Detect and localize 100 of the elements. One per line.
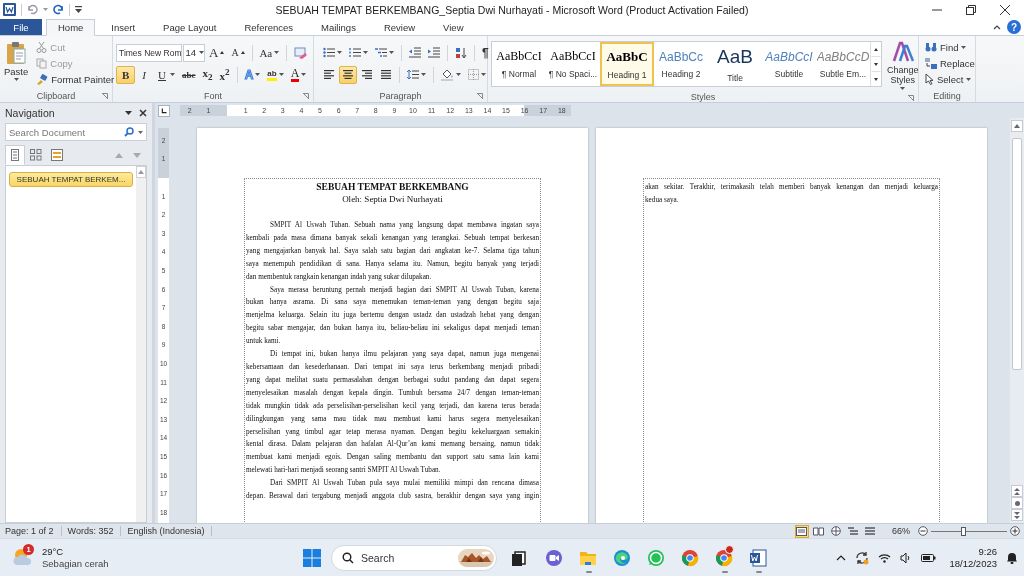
- double-down-icon: [1014, 511, 1020, 519]
- ribbon-tab[interactable]: Mailings: [309, 19, 368, 35]
- undo-icon[interactable]: [27, 4, 38, 15]
- group-label: Paragraph: [379, 90, 422, 101]
- dialog-launcher-icon[interactable]: [303, 93, 309, 99]
- italic-button[interactable]: I: [136, 65, 152, 84]
- zoom-in-icon[interactable]: [1010, 526, 1020, 536]
- ribbon-tab[interactable]: Page Layout: [151, 19, 229, 35]
- grow-font-button[interactable]: A: [206, 43, 228, 62]
- style-option[interactable]: AaBbCc Heading 2: [654, 42, 708, 86]
- document-app-icon: [748, 547, 768, 568]
- chevron-up-icon[interactable]: [836, 554, 847, 561]
- sync-icon[interactable]: [855, 550, 870, 565]
- battery-icon[interactable]: [921, 553, 937, 562]
- view-button[interactable]: [829, 524, 843, 538]
- scissors-icon: [36, 42, 48, 53]
- headings-view-icon: [11, 149, 19, 161]
- customize-menu-icon[interactable]: [75, 6, 82, 13]
- ribbon-tab[interactable]: View: [431, 19, 476, 35]
- pane-title: Navigation: [5, 106, 55, 119]
- bold-button[interactable]: B: [116, 65, 136, 84]
- view-tab[interactable]: [5, 145, 25, 165]
- chat-bubble-icon: [646, 547, 666, 568]
- help-button[interactable]: ?: [1007, 20, 1021, 34]
- caret-icon: [421, 73, 426, 76]
- style-option[interactable]: AaBbC Heading 1: [600, 42, 654, 86]
- wifi-icon[interactable]: [878, 552, 892, 563]
- underline-button[interactable]: U: [153, 65, 178, 84]
- ribbon-tab[interactable]: Home: [46, 19, 96, 36]
- align-center-button[interactable]: [339, 65, 357, 84]
- font-color-button[interactable]: A: [287, 65, 310, 84]
- restore-icon[interactable]: [966, 4, 976, 15]
- caret-icon: [43, 8, 48, 11]
- close-icon[interactable]: [139, 108, 147, 117]
- font-size-field[interactable]: 14: [182, 43, 205, 62]
- file-tab[interactable]: File: [0, 19, 42, 35]
- find-button[interactable]: Find: [922, 39, 972, 55]
- search-icon: [124, 127, 134, 137]
- view-button[interactable]: [863, 524, 877, 538]
- font-name-field[interactable]: Times New Rom: [116, 43, 182, 62]
- dialog-launcher-icon[interactable]: [908, 95, 914, 101]
- globe-icon: [831, 526, 841, 536]
- search-field[interactable]: Search: [331, 544, 497, 571]
- view-button[interactable]: [795, 524, 809, 538]
- show-formatting-marks-button[interactable]: ¶: [479, 43, 492, 62]
- triangle-up-icon: [1014, 124, 1020, 128]
- previous-page-button[interactable]: [1011, 485, 1023, 497]
- style-option[interactable]: AaBbCcI Subtitle: [762, 42, 816, 86]
- subscript-button[interactable]: x$_{2}$: [199, 65, 216, 84]
- dialog-launcher-icon[interactable]: [102, 93, 108, 99]
- style-option[interactable]: AaB Title: [708, 42, 762, 86]
- next-page-button[interactable]: [1011, 509, 1023, 521]
- scroll-up-button[interactable]: [1011, 120, 1023, 132]
- word-count: Words: 352: [67, 526, 122, 536]
- format-painter-button[interactable]: Format Painter: [33, 71, 118, 88]
- clock[interactable]: 9:26 18/12/2023: [949, 545, 997, 570]
- heading-item[interactable]: SEBUAH TEMPAT BERKEM...: [9, 172, 133, 187]
- sort-icon: [455, 46, 467, 59]
- ribbon-tab[interactable]: References: [232, 19, 306, 35]
- change-styles-button[interactable]: Change Styles: [886, 38, 920, 91]
- ribbon-tab[interactable]: Insert: [99, 19, 148, 35]
- pane-menu-icon[interactable]: [125, 110, 132, 115]
- shrink-font-button[interactable]: A: [228, 43, 248, 62]
- highlight-button[interactable]: ab: [264, 65, 287, 84]
- close-icon[interactable]: [1000, 4, 1010, 15]
- zoom-out-icon[interactable]: [918, 526, 928, 536]
- group-label: Styles: [690, 91, 716, 102]
- change-case-button[interactable]: Aa: [256, 43, 283, 62]
- style-option[interactable]: AaBbCcI ¶ No Spaci...: [546, 42, 600, 86]
- tab-stop-icon[interactable]: [157, 104, 170, 117]
- browse-object-button[interactable]: [1011, 497, 1023, 509]
- scrollbar-thumb[interactable]: [1012, 138, 1022, 370]
- superscript-button[interactable]: x$^{2}$: [216, 65, 233, 84]
- dialog-launcher-icon[interactable]: [477, 93, 483, 99]
- outline-icon: [848, 526, 858, 536]
- style-option[interactable]: AaBbCcD Subtle Em...: [816, 42, 870, 86]
- word-logo-icon[interactable]: [3, 3, 16, 16]
- select-button[interactable]: Select: [922, 71, 972, 87]
- paste-button[interactable]: Paste: [3, 38, 30, 89]
- numbered-list-icon: [349, 47, 361, 58]
- ribbon-tab[interactable]: Review: [371, 19, 428, 35]
- caret-icon: [169, 73, 175, 76]
- view-button[interactable]: [812, 524, 826, 538]
- caret-icon: [961, 45, 967, 49]
- style-option[interactable]: AaBbCcI ¶ Normal: [492, 42, 546, 86]
- triangle-up-icon: [240, 51, 245, 54]
- triangle-up-icon: [138, 170, 144, 174]
- borders-icon: [468, 69, 479, 80]
- triangle-down-icon: [874, 63, 878, 66]
- caret-icon: [389, 51, 394, 54]
- redo-icon[interactable]: [53, 4, 64, 15]
- search-field[interactable]: Search Document: [5, 123, 147, 141]
- zoom-slider[interactable]: [931, 526, 1007, 536]
- view-button[interactable]: [846, 524, 860, 538]
- zoom-level[interactable]: 66%: [892, 526, 910, 536]
- increase-indent-icon: [428, 47, 440, 58]
- bell-icon[interactable]: [1006, 551, 1018, 564]
- collapse-ribbon-icon[interactable]: [993, 24, 1001, 30]
- strikethrough-button[interactable]: abc: [178, 65, 199, 84]
- print-layout-icon: [796, 526, 808, 536]
